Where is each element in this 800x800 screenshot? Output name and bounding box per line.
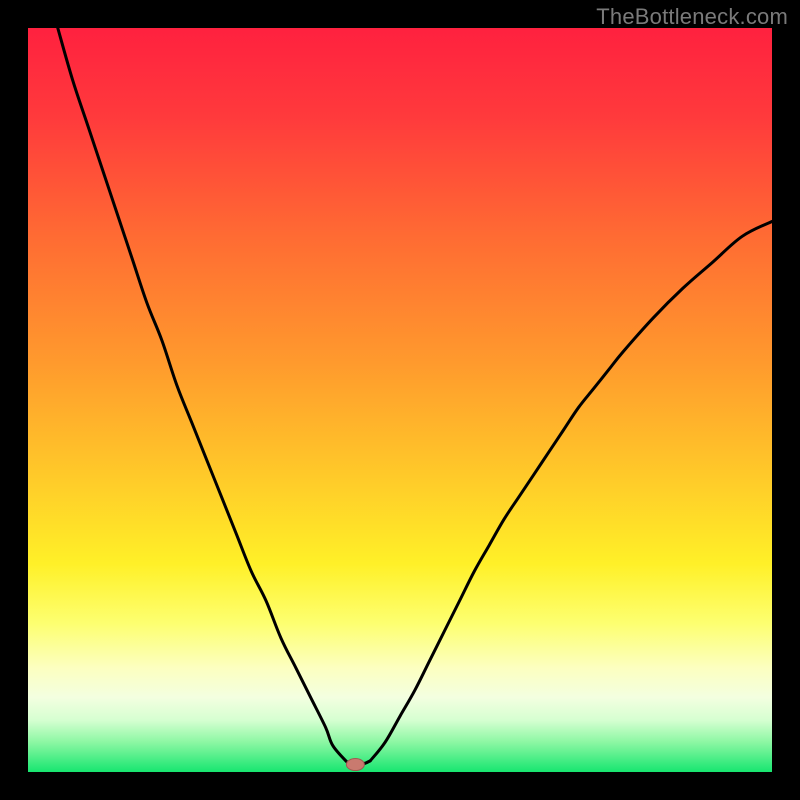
- watermark-text: TheBottleneck.com: [596, 4, 788, 30]
- curve-left-branch: [58, 28, 348, 763]
- curve-right-branch: [370, 221, 772, 760]
- bottleneck-curve: [28, 28, 772, 772]
- minimum-marker: [346, 759, 364, 771]
- plot-area: [28, 28, 772, 772]
- chart-frame: TheBottleneck.com: [0, 0, 800, 800]
